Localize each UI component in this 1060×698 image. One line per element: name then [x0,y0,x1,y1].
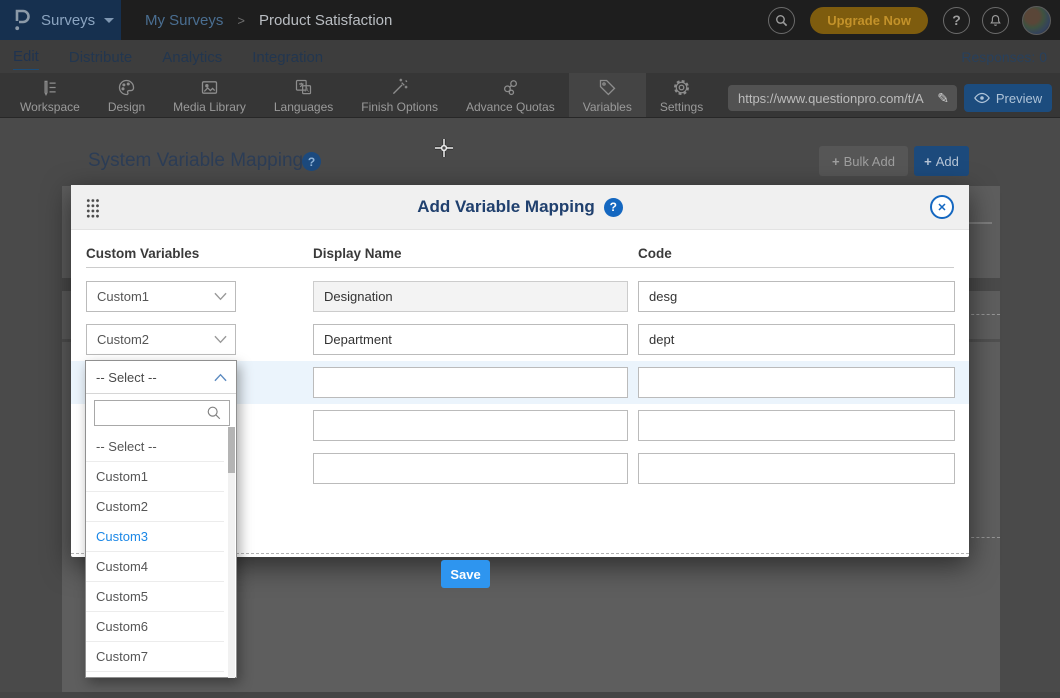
code-input-4[interactable] [638,410,955,441]
variable-select-dropdown: -- Select -- -- Select -- Custom1 Custom… [85,360,237,678]
tab-integration[interactable]: Integration [252,44,323,70]
toolbar-item-languages[interactable]: A Languages [260,73,347,117]
chevron-down-icon [214,292,227,301]
tag-icon [597,77,618,98]
variable-select-2[interactable]: Custom2 [86,324,236,355]
display-name-input-4[interactable] [313,410,628,441]
chevron-down-icon [214,335,227,344]
breadcrumb-my-surveys[interactable]: My Surveys [145,12,223,29]
page-help-icon[interactable]: ? [302,152,321,171]
dropdown-option-custom4[interactable]: Custom4 [86,552,224,582]
mapping-row-1: Custom1 [71,275,969,318]
display-name-input-1[interactable] [313,281,628,312]
gear-icon [671,77,692,98]
top-navbar: Surveys My Surveys > Product Satisfactio… [0,0,1060,40]
toolbar-item-variables[interactable]: Variables [569,73,646,117]
survey-nav: Edit Distribute Analytics Integration Re… [0,40,1060,73]
edit-url-pencil-icon[interactable]: ✎ [929,90,957,107]
page-header: System Variable Mapping ? +Bulk Add +Add [0,140,1060,182]
save-button[interactable]: Save [441,560,490,588]
modal-title: Add Variable Mapping [417,197,595,217]
chevron-down-icon [104,18,114,23]
dropdown-search-wrap [86,394,236,432]
dimmed-dashed-separator [966,314,1000,315]
dropdown-option-custom2[interactable]: Custom2 [86,492,224,522]
bulk-add-button[interactable]: +Bulk Add [819,146,908,176]
preview-button[interactable]: Preview [964,84,1052,112]
column-header-display-name: Display Name [313,246,402,261]
toolbar-item-settings[interactable]: Settings [646,73,717,117]
search-icon [206,405,222,421]
notifications-button[interactable] [982,7,1009,34]
upgrade-now-button[interactable]: Upgrade Now [810,7,928,34]
plus-icon: + [924,154,932,169]
eye-icon [974,92,990,104]
drag-handle-icon[interactable] [86,198,99,218]
bell-icon [988,13,1003,28]
dropdown-option-custom7[interactable]: Custom7 [86,642,224,672]
workspace-list-icon [39,77,60,98]
tab-edit[interactable]: Edit [13,43,39,70]
chevron-up-icon [214,373,227,382]
toolbar-item-finish-options[interactable]: Finish Options [347,73,452,117]
plus-icon: + [832,154,840,169]
display-name-input-5[interactable] [313,453,628,484]
code-input-3[interactable] [638,367,955,398]
dropdown-scrollbar-track[interactable] [228,427,235,678]
modal-help-icon[interactable]: ? [604,198,623,217]
survey-url-field[interactable]: https://www.questionpro.com/t/A ✎ [728,85,957,111]
code-input-1[interactable] [638,281,955,312]
dropdown-option-custom6[interactable]: Custom6 [86,612,224,642]
column-headers: Custom Variables Display Name Code [86,230,954,268]
palette-icon [116,77,137,98]
code-input-2[interactable] [638,324,955,355]
add-button[interactable]: +Add [914,146,969,176]
tab-analytics[interactable]: Analytics [162,44,222,70]
dimmed-row-line [968,222,992,224]
breadcrumb: My Surveys > Product Satisfaction [145,0,392,40]
dropdown-selected-value[interactable]: -- Select -- [86,361,236,394]
survey-url-text: https://www.questionpro.com/t/A [728,91,929,106]
breadcrumb-separator: > [237,13,245,28]
modal-header: Add Variable Mapping ? ✕ [71,185,969,230]
dimmed-footer-strip [0,692,1060,698]
image-icon [199,77,220,98]
dropdown-options-list: -- Select -- Custom1 Custom2 Custom3 Cus… [86,432,236,672]
avatar[interactable] [1022,6,1051,35]
magic-wand-icon [389,77,410,98]
move-cursor [434,138,454,158]
product-switcher-label: Surveys [41,12,95,29]
tab-distribute[interactable]: Distribute [69,44,132,70]
column-header-custom-variables: Custom Variables [86,246,199,261]
dropdown-option-custom5[interactable]: Custom5 [86,582,224,612]
variable-select-1[interactable]: Custom1 [86,281,236,312]
product-switcher[interactable]: Surveys [0,0,121,40]
dropdown-option-select[interactable]: -- Select -- [86,432,224,462]
topbar-actions: Upgrade Now ? [768,0,1060,40]
display-name-input-3[interactable] [313,367,628,398]
code-input-5[interactable] [638,453,955,484]
dropdown-scrollbar-thumb[interactable] [228,427,235,473]
app-screen: Surveys My Surveys > Product Satisfactio… [0,0,1060,698]
chain-links-icon [500,77,521,98]
responses-count: Responses: 0 [961,49,1047,65]
toolbar-item-design[interactable]: Design [94,73,159,117]
dimmed-dashed-separator [966,537,1000,538]
toolbar-item-media-library[interactable]: Media Library [159,73,260,117]
page-title: System Variable Mapping [88,150,303,172]
toolbar-item-workspace[interactable]: Workspace [6,73,94,117]
questionpro-logo-icon [13,9,30,32]
mapping-row-2: Custom2 [71,318,969,361]
search-button[interactable] [768,7,795,34]
toolbar-item-advance-quotas[interactable]: Advance Quotas [452,73,569,117]
help-button[interactable]: ? [943,7,970,34]
display-name-input-2[interactable] [313,324,628,355]
dropdown-option-custom3[interactable]: Custom3 [86,522,224,552]
dropdown-option-custom1[interactable]: Custom1 [86,462,224,492]
translate-icon: A [293,77,314,98]
search-icon [774,13,789,28]
close-icon[interactable]: ✕ [930,195,954,219]
breadcrumb-current: Product Satisfaction [259,12,392,29]
column-header-code: Code [638,246,672,261]
